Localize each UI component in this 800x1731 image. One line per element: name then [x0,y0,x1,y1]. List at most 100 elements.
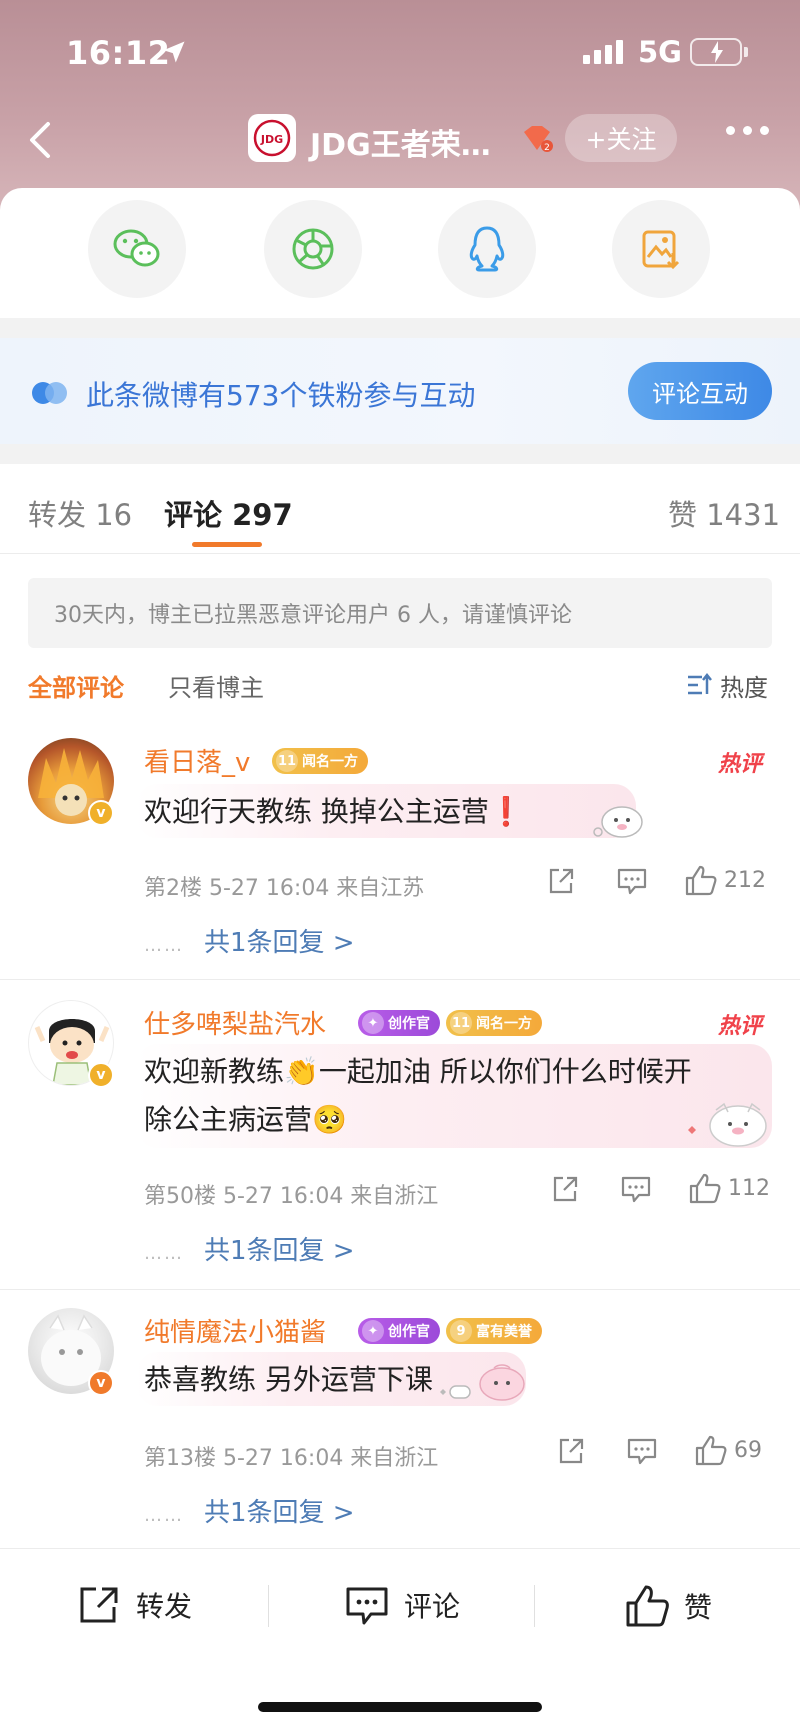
share-sheet [0,188,800,318]
verified-badge-icon: v [88,1062,114,1088]
block-notice: 30天内，博主已拉黑恶意评论用户 6 人，请谨慎评论 [28,578,772,648]
share-qq-button[interactable] [438,200,536,298]
comment-username[interactable]: 看日落_v [144,742,250,779]
thumbs-up-icon [689,1173,721,1204]
like-label: 赞 [684,1591,713,1624]
qq-icon [469,226,505,272]
fan-medal-badge: 11 闻名一方 [272,748,368,774]
chevron-left-icon [30,122,50,158]
battery-cap [744,47,748,57]
reply-comment-button[interactable] [626,1436,658,1466]
fans-banner-text: 此条微博有573个铁粉参与互动 [86,379,476,412]
svg-text:JDG: JDG [260,133,283,146]
share-icon [549,868,574,894]
nav-bar: JDG JDG王者荣… 2 +关注 [0,108,800,172]
status-bar: 16:12 5G [0,0,800,100]
repost-button[interactable]: 转发 [76,1583,192,1627]
share-icon [559,1438,584,1464]
reply-comment-button[interactable] [620,1174,652,1204]
verified-badge-icon: v [88,800,114,826]
bubble-sticker-icon [590,798,646,846]
like-comment-button[interactable]: 69 [694,1434,762,1466]
iron-fans-icon [30,380,70,410]
share-moments-button[interactable] [264,200,362,298]
more-options-button[interactable] [726,126,769,135]
save-image-icon [642,230,680,270]
creator-badge: ✦ 创作官 [358,1318,440,1344]
back-button[interactable] [20,118,64,162]
repost-label: 转发 [136,1590,193,1623]
fan-medal-badge: 11 闻名一方 [446,1010,542,1036]
comment-text-line-1: 欢迎新教练👏一起加油 所以你们什么时候开 [144,1055,692,1088]
comment-text: 欢迎行天教练 换掉公主运营❗ [144,795,524,828]
follow-button[interactable]: +关注 [565,114,677,162]
filter-all-comments[interactable]: 全部评论 [28,668,124,703]
tab-like[interactable]: 赞 1431 [668,492,780,534]
fans-banner: 此条微博有573个铁粉参与互动 评论互动 [0,338,800,444]
page-title[interactable]: JDG王者荣… [310,120,491,164]
comment-item: v 纯情魔法小猫酱 ✦ 创作官 9 富有美誉 恭喜教练 另外运营下课 第13楼 5-… [0,1308,800,1548]
tab-comment[interactable]: 评论 297 [164,492,293,534]
comment-username[interactable]: 仕多啤梨盐汽水 [144,1004,326,1041]
verified-badge-icon: v [88,1370,114,1396]
sort-by-heat[interactable]: 热度 [720,668,768,703]
comment-meta: 第2楼 5-27 16:04 来自江苏 [144,876,425,901]
member-badge-icon: 2 [520,124,554,158]
reply-comment-button[interactable] [616,866,648,896]
view-replies-link[interactable]: …… 共1条回复 > [144,922,355,959]
filter-blogger-only[interactable]: 只看博主 [168,668,264,703]
divider [0,444,800,464]
comment-meta: 第50楼 5-27 16:04 来自浙江 [144,1184,439,1209]
comment-meta: 第13楼 5-27 16:04 来自浙江 [144,1446,439,1471]
thumbs-up-icon [626,1585,669,1627]
location-arrow-icon [160,38,188,70]
network-type: 5G [638,35,682,69]
battery-icon [690,38,742,66]
moments-icon [292,228,334,270]
comment-button[interactable]: 评论 [344,1583,460,1627]
status-time: 16:12 [66,34,171,72]
signal-icon [583,40,623,64]
sort-icon[interactable] [686,672,712,702]
share-icon [80,1587,118,1623]
hot-comment-badge: 热评 [718,1014,763,1039]
thumbs-up-icon [685,865,717,896]
tab-bar: 转发 16 评论 297 赞 1431 [0,464,800,554]
active-tab-indicator [192,542,262,547]
divider [268,1585,269,1627]
creator-badge: ✦ 创作官 [358,1010,440,1036]
tab-repost[interactable]: 转发 16 [28,492,132,534]
fan-medal-badge: 9 富有美誉 [446,1318,542,1344]
bubble-sticker-icon [680,1100,780,1156]
thumbs-up-icon [695,1435,727,1466]
comment-icon [346,1587,388,1625]
view-replies-link[interactable]: …… 共1条回复 > [144,1230,355,1267]
comment-icon [617,868,647,895]
like-count: 212 [724,867,766,893]
like-comment-button[interactable]: 212 [684,864,766,896]
account-logo[interactable]: JDG [248,114,296,162]
repost-comment-button[interactable] [546,866,576,896]
view-replies-link[interactable]: …… 共1条回复 > [144,1492,355,1529]
comment-username[interactable]: 纯情魔法小猫酱 [144,1312,326,1349]
svg-text:2: 2 [544,143,550,153]
comment-filter: 全部评论 只看博主 热度 [0,664,800,708]
share-wechat-button[interactable] [88,200,186,298]
bottom-action-bar: 转发 评论 赞 [0,1548,800,1668]
jdg-logo-icon: JDG [253,119,291,157]
like-count: 69 [734,1437,762,1463]
wechat-icon [113,229,160,267]
comment-interact-button[interactable]: 评论互动 [628,362,772,420]
comment-item: v 仕多啤梨盐汽水 ✦ 创作官 11 闻名一方 热评 欢迎新教练👏一起加油 所以你们… [0,1000,800,1290]
divider [0,318,800,338]
comment-item: v 看日落_v 11 闻名一方 热评 欢迎行天教练 换掉公主运营❗ 第2楼 5-2… [0,738,800,980]
like-comment-button[interactable]: 112 [688,1172,770,1204]
repost-comment-button[interactable] [550,1174,580,1204]
divider [534,1585,535,1627]
share-icon [553,1176,578,1202]
repost-comment-button[interactable] [556,1436,586,1466]
like-button[interactable]: 赞 [624,1583,712,1629]
comment-text-line-2: 除公主病运营🥺 [144,1103,347,1136]
save-image-button[interactable] [612,200,710,298]
top-bar: 16:12 5G JDG JDG王者荣… 2 +关注 [0,0,800,215]
